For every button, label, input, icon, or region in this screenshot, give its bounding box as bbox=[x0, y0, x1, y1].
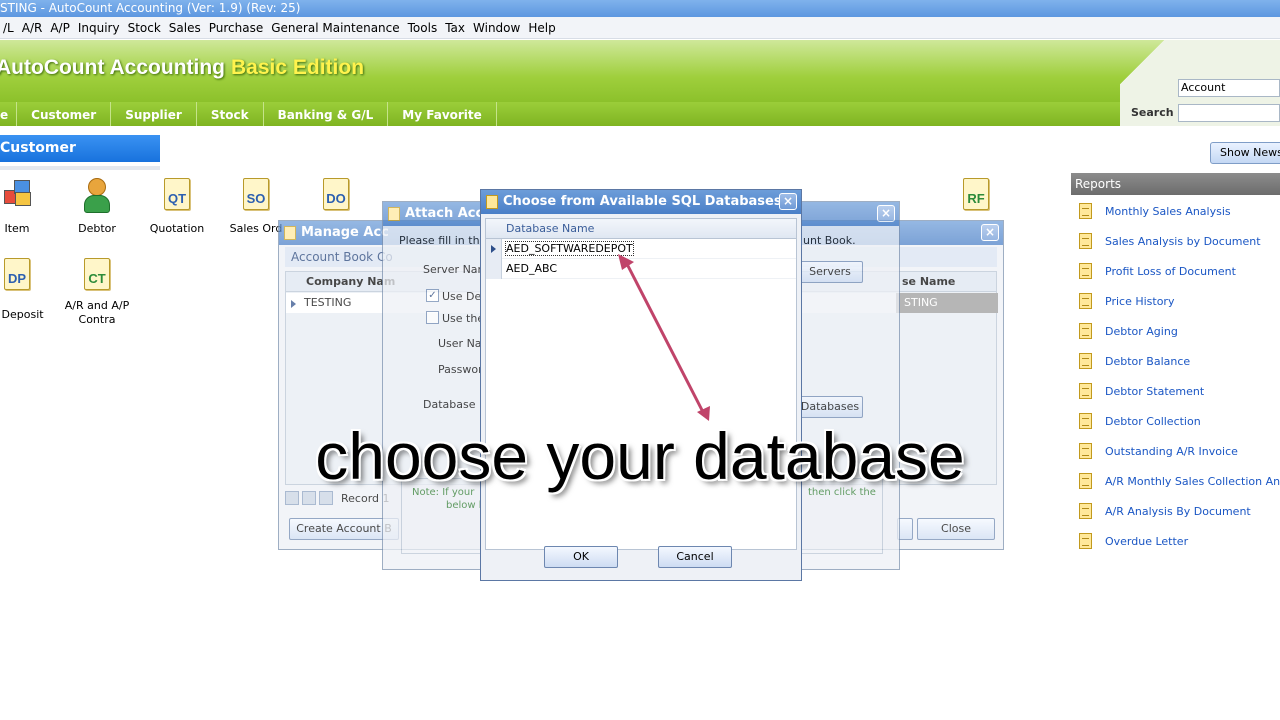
app-window: STING - AutoCount Accounting (Ver: 1.9) … bbox=[0, 0, 1280, 720]
tutorial-caption: choose your database bbox=[315, 419, 965, 493]
annotation-arrow bbox=[618, 254, 710, 421]
arrow-head-start bbox=[618, 254, 634, 270]
arrow-line bbox=[624, 261, 706, 415]
